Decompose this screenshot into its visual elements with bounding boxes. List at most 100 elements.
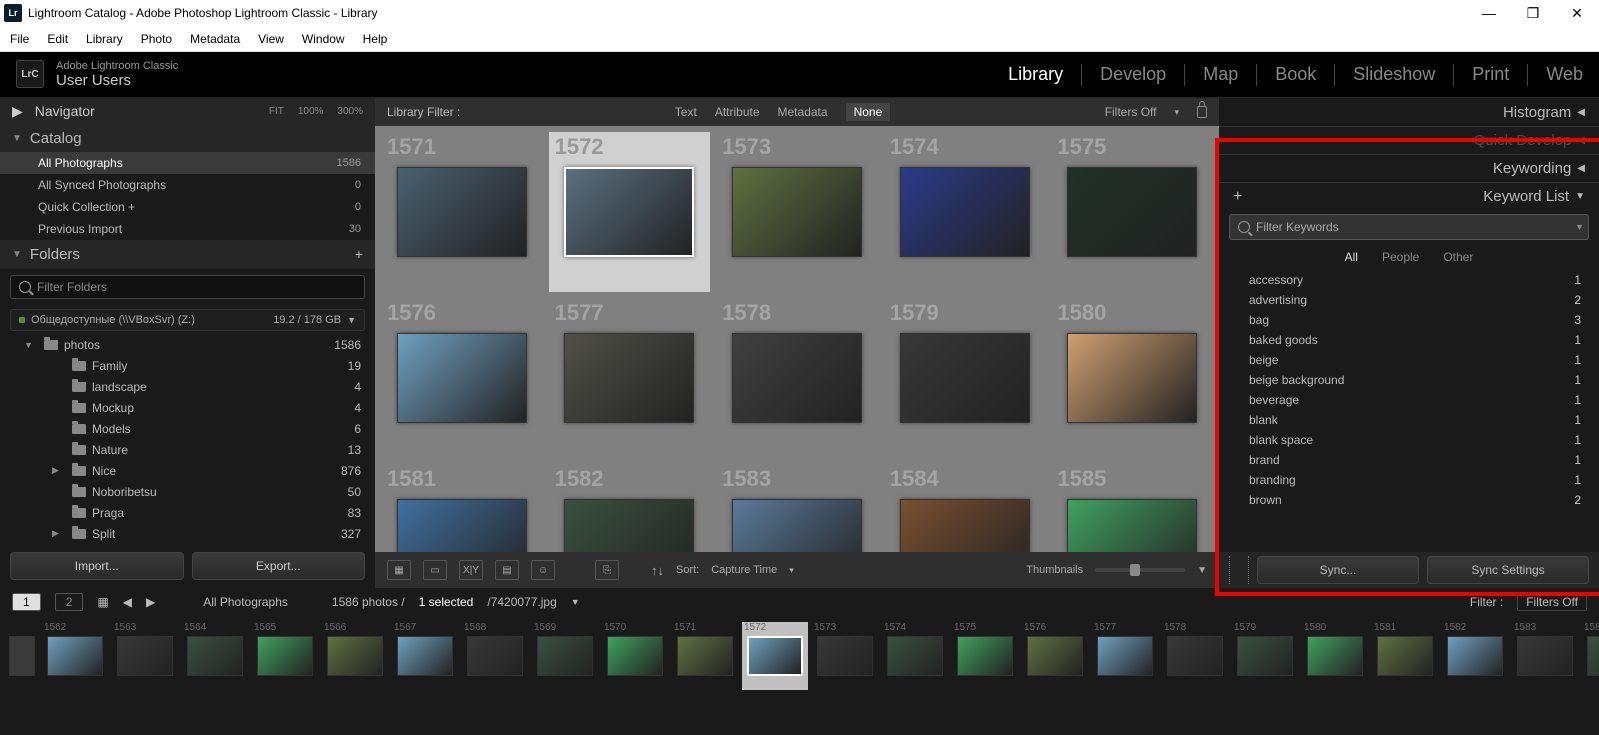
sync-settings-button[interactable]: Sync Settings (1427, 556, 1589, 584)
breadcrumb[interactable]: All Photographs (203, 595, 288, 609)
thumbnail[interactable] (1067, 167, 1197, 257)
menu-file[interactable]: File (10, 32, 29, 46)
thumbnail[interactable] (1067, 333, 1197, 423)
filter-attribute[interactable]: Attribute (715, 105, 760, 119)
grid-cell[interactable]: 1583 (716, 464, 878, 552)
compare-view-icon[interactable]: X|Y (459, 560, 483, 580)
filmstrip-item[interactable]: 1570 (602, 622, 668, 690)
thumbnail[interactable] (732, 333, 862, 423)
menu-photo[interactable]: Photo (141, 32, 172, 46)
film-thumbnail[interactable] (257, 636, 313, 676)
thumbnail[interactable] (397, 499, 527, 552)
filmstrip-item[interactable]: 1565 (252, 622, 318, 690)
folders-header[interactable]: ▼Folders + (0, 240, 375, 268)
filmstrip-item[interactable]: 1572 (742, 622, 808, 690)
filmstrip[interactable]: 1562156315641565156615671568156915701571… (0, 616, 1599, 696)
add-keyword-icon[interactable]: + (1233, 188, 1242, 206)
nav-zoom-100%[interactable]: 100% (298, 106, 324, 117)
film-thumbnail[interactable] (677, 636, 733, 676)
filmstrip-item[interactable]: 1574 (882, 622, 948, 690)
thumbnail[interactable] (900, 333, 1030, 423)
thumbnail-grid[interactable]: 1571157215731574157515761577157815791580… (375, 126, 1219, 552)
grid-cell[interactable]: 1572 (549, 132, 711, 292)
survey-view-icon[interactable]: ▤ (495, 560, 519, 580)
film-thumbnail[interactable] (1447, 636, 1503, 676)
volume-label[interactable]: Общедоступные (\\VBoxSvr) (Z:) 19.2 / 17… (10, 309, 365, 331)
grid-cell[interactable]: 1582 (549, 464, 711, 552)
menu-window[interactable]: Window (302, 32, 345, 46)
filmstrip-item[interactable]: 1567 (392, 622, 458, 690)
keyword-list-header[interactable]: + Keyword List ▼ (1219, 182, 1599, 210)
keyword-tab-other[interactable]: Other (1443, 250, 1473, 264)
keywording-header[interactable]: Keywording ◀ (1219, 154, 1599, 182)
grid-cell[interactable]: 1571 (381, 132, 543, 292)
export-button[interactable]: Export... (192, 552, 366, 580)
module-slideshow[interactable]: Slideshow (1353, 64, 1435, 85)
keyword-item[interactable]: brown2 (1219, 490, 1599, 510)
keyword-item[interactable]: beige background1 (1219, 370, 1599, 390)
thumbnail[interactable] (564, 333, 694, 423)
folder-item[interactable]: Mockup4 (0, 397, 375, 418)
thumbnail[interactable] (397, 333, 527, 423)
keyword-item[interactable]: baked goods1 (1219, 330, 1599, 350)
grid-cell[interactable]: 1577 (549, 298, 711, 458)
thumbnail[interactable] (732, 499, 862, 552)
filter-text[interactable]: Text (675, 105, 697, 119)
module-develop[interactable]: Develop (1100, 64, 1166, 85)
film-thumbnail[interactable] (1587, 636, 1599, 676)
film-thumbnail[interactable] (397, 636, 453, 676)
lock-icon[interactable] (1197, 106, 1207, 118)
filmstrip-item[interactable]: 1571 (672, 622, 738, 690)
filmstrip-item[interactable]: 1584 (1582, 622, 1599, 690)
filmstrip-item[interactable]: 1583 (1512, 622, 1578, 690)
grid-cell[interactable]: 1576 (381, 298, 543, 458)
filters-off-dropdown[interactable]: Filters Off (1105, 105, 1157, 119)
nav-zoom-300%[interactable]: 300% (337, 106, 363, 117)
chevron-down-icon[interactable]: ▼ (571, 597, 580, 607)
grid-cell[interactable]: 1574 (884, 132, 1046, 292)
module-book[interactable]: Book (1275, 64, 1316, 85)
filmstrip-item[interactable]: 1568 (462, 622, 528, 690)
menu-metadata[interactable]: Metadata (190, 32, 240, 46)
film-thumbnail[interactable] (887, 636, 943, 676)
film-thumbnail[interactable] (1167, 636, 1223, 676)
menu-edit[interactable]: Edit (47, 32, 68, 46)
filmstrip-item[interactable]: 1562 (42, 622, 108, 690)
thumbnail[interactable] (900, 499, 1030, 552)
folder-item[interactable]: Praga83 (0, 502, 375, 523)
film-thumbnail[interactable] (817, 636, 873, 676)
chevron-down-icon[interactable]: ▼ (1575, 222, 1584, 232)
film-thumbnail[interactable] (47, 636, 103, 676)
navigator-header[interactable]: ▶ Navigator FIT100%300% (0, 98, 375, 124)
thumbnail[interactable] (900, 167, 1030, 257)
add-folder-icon[interactable]: + (355, 246, 363, 262)
film-thumbnail[interactable] (1237, 636, 1293, 676)
filter-folders-input[interactable]: Filter Folders (10, 275, 365, 300)
keyword-item[interactable]: branding1 (1219, 470, 1599, 490)
filmstrip-item[interactable]: 1564 (182, 622, 248, 690)
grid-cell[interactable]: 1575 (1051, 132, 1213, 292)
catalog-item[interactable]: All Synced Photographs0 (0, 174, 375, 196)
keyword-item[interactable]: accessory1 (1219, 270, 1599, 290)
filmstrip-item[interactable]: 1576 (1022, 622, 1088, 690)
import-button[interactable]: Import... (10, 552, 184, 580)
catalog-item[interactable]: All Photographs1586 (0, 152, 375, 174)
keyword-item[interactable]: beverage1 (1219, 390, 1599, 410)
sync-toggle-icon[interactable] (1229, 556, 1249, 584)
grid-cell[interactable]: 1573 (716, 132, 878, 292)
menu-library[interactable]: Library (86, 32, 123, 46)
nav-zoom-fit[interactable]: FIT (269, 106, 284, 117)
page-1-button[interactable]: 1 (12, 593, 41, 611)
filmstrip-item[interactable]: 1577 (1092, 622, 1158, 690)
module-library[interactable]: Library (1008, 64, 1063, 85)
menu-help[interactable]: Help (363, 32, 388, 46)
filter-none[interactable]: None (846, 103, 891, 121)
histogram-header[interactable]: Histogram ◀ (1219, 98, 1599, 126)
keyword-tab-people[interactable]: People (1382, 250, 1419, 264)
filter-keywords-input[interactable]: Filter Keywords ▼ (1229, 214, 1589, 240)
grid-cell[interactable]: 1581 (381, 464, 543, 552)
thumbnail[interactable] (564, 167, 694, 257)
keyword-item[interactable]: blank space1 (1219, 430, 1599, 450)
folder-item[interactable]: Nature13 (0, 439, 375, 460)
filter-metadata[interactable]: Metadata (778, 105, 828, 119)
